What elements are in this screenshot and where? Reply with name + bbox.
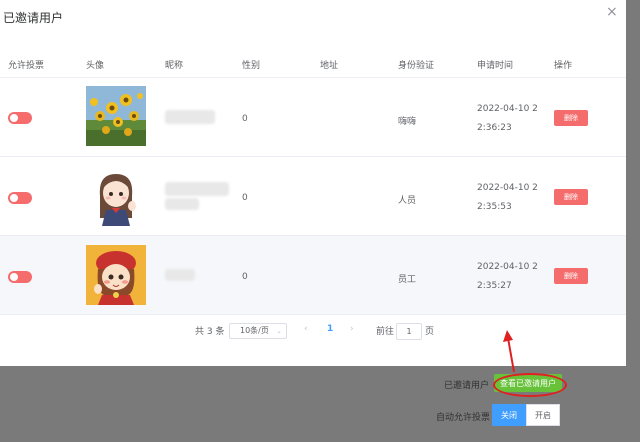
goto-label: 前往 — [376, 327, 395, 337]
apply-time-value: 2022-04-10 22:36:23 — [477, 104, 538, 133]
header-nickname: 昵称 — [165, 61, 184, 71]
auto-vote-close-option[interactable]: 关闭 — [492, 404, 526, 426]
switch-knob — [10, 273, 18, 281]
prev-page-icon[interactable]: ‹ — [304, 324, 308, 334]
allow-vote-switch[interactable] — [8, 112, 32, 124]
header-address: 地址 — [320, 61, 339, 71]
table-row: 0 嗨嗨 2022-04-10 22:36:23 删除 — [0, 78, 626, 157]
avatar — [86, 245, 146, 305]
page-size-select[interactable]: 10条/页 ⌄ — [229, 323, 287, 339]
identity-value: 人员 — [398, 196, 417, 206]
delete-button[interactable]: 删除 — [554, 110, 588, 126]
annotation-arrow-icon — [503, 330, 515, 373]
auto-allow-vote-label: 自动允许投票 — [436, 413, 491, 423]
table-row: 0 员工 2022-04-10 22:35:27 删除 — [0, 236, 626, 315]
invited-users-label: 已邀请用户 — [444, 381, 490, 391]
header-gender: 性别 — [242, 61, 261, 71]
delete-button[interactable]: 删除 — [554, 189, 588, 205]
avatar — [86, 86, 146, 146]
invited-users-dialog: 已邀请用户 × 允许投票 头像 昵称 性别 地址 身份验证 申请时间 操作 0 … — [0, 0, 626, 366]
delete-button[interactable]: 删除 — [554, 268, 588, 284]
pagination-total: 共 3 条 — [195, 327, 225, 337]
nickname-blurred — [165, 110, 215, 124]
page-number-current[interactable]: 1 — [327, 324, 333, 334]
switch-knob — [10, 114, 18, 122]
red-hat-girl-avatar-image — [86, 245, 146, 305]
chevron-down-icon: ⌄ — [276, 327, 282, 335]
header-action: 操作 — [554, 61, 573, 71]
anime-girl-avatar-image — [86, 166, 146, 226]
goto-page-input[interactable] — [396, 323, 422, 340]
close-icon[interactable]: × — [606, 4, 618, 20]
page-suffix: 页 — [425, 327, 435, 337]
dialog-title: 已邀请用户 — [3, 11, 64, 25]
identity-value: 嗨嗨 — [398, 117, 417, 127]
table-row: 0 人员 2022-04-10 22:35:53 删除 — [0, 157, 626, 236]
annotation-ellipse — [493, 373, 567, 397]
allow-vote-switch[interactable] — [8, 271, 32, 283]
apply-time-value: 2022-04-10 22:35:27 — [477, 262, 538, 291]
gender-value: 0 — [242, 272, 248, 282]
apply-time-value: 2022-04-10 22:35:53 — [477, 183, 538, 212]
auto-vote-open-option[interactable]: 开启 — [526, 404, 560, 426]
nickname-blurred — [165, 269, 195, 281]
next-page-icon[interactable]: › — [350, 324, 354, 334]
header-apply-time: 申请时间 — [477, 61, 514, 71]
nickname-blurred — [165, 182, 229, 210]
avatar — [86, 166, 146, 226]
header-avatar: 头像 — [86, 61, 105, 71]
header-identity: 身份验证 — [398, 61, 435, 71]
switch-knob — [10, 194, 18, 202]
gender-value: 0 — [242, 193, 248, 203]
page-size-value: 10条/页 — [240, 326, 269, 335]
allow-vote-switch[interactable] — [8, 192, 32, 204]
gender-value: 0 — [242, 114, 248, 124]
identity-value: 员工 — [398, 275, 417, 285]
header-allow-vote: 允许投票 — [8, 61, 45, 71]
sunflower-avatar-image — [86, 86, 146, 146]
